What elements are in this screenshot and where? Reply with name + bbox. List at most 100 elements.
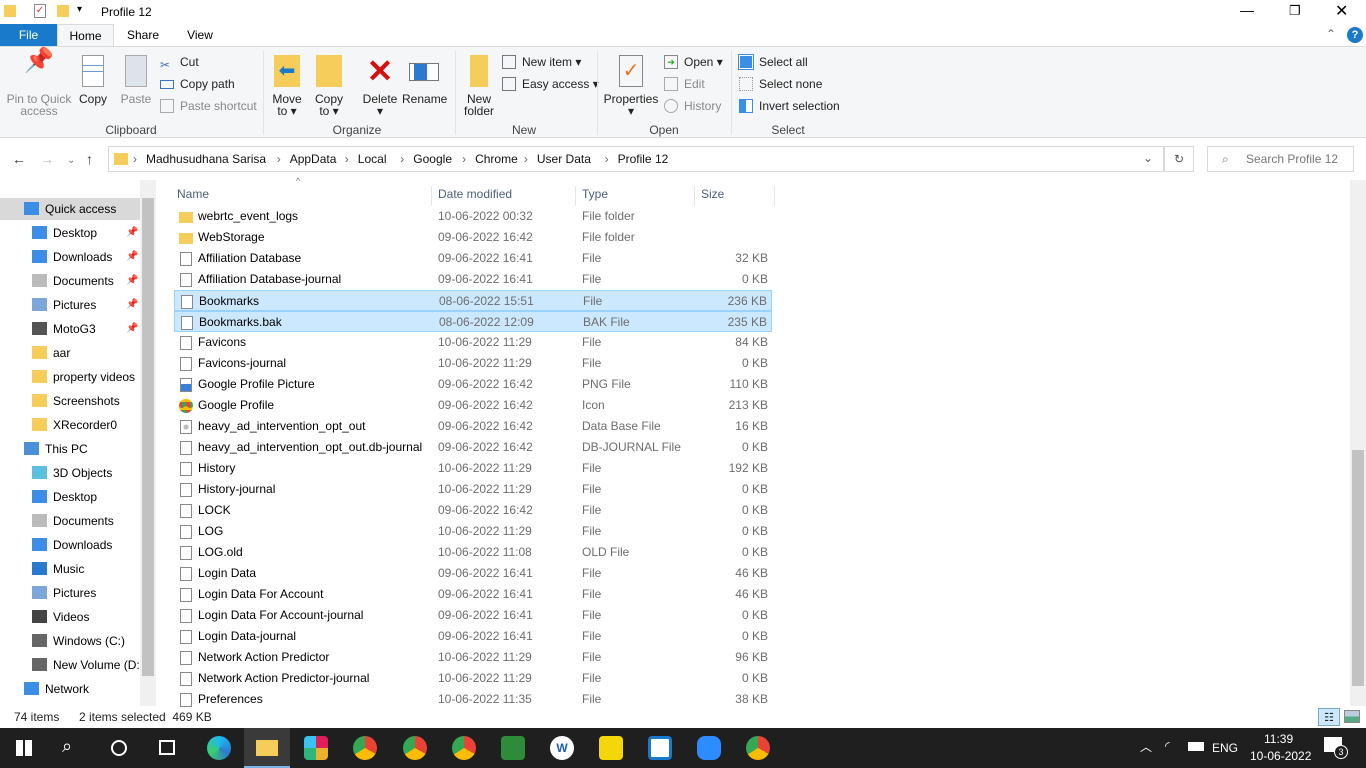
slack-icon[interactable] <box>304 736 328 760</box>
file-row[interactable]: Network Action Predictor-journal 10-06-20… <box>174 668 772 689</box>
file-row[interactable]: Network Action Predictor 10-06-2022 11:29… <box>174 647 772 668</box>
file-row[interactable]: Login Data For Account-journal 09-06-2022… <box>174 605 772 626</box>
tab-share[interactable]: Share <box>114 24 172 46</box>
sidebar-item[interactable]: Music <box>0 558 140 580</box>
paste-shortcut-button[interactable]: Paste shortcut <box>160 96 257 116</box>
properties-quick-icon[interactable]: ✓ <box>34 4 46 18</box>
breadcrumb-item[interactable]: Profile 12 <box>618 152 669 166</box>
sidebar-item[interactable]: Downloads 📌 <box>0 246 140 268</box>
sidebar-item[interactable]: Pictures 📌 <box>0 294 140 316</box>
sidebar-item[interactable]: property videos <box>0 366 140 388</box>
column-header-size[interactable]: Size <box>695 186 775 206</box>
sidebar-scrollbar[interactable] <box>140 180 156 706</box>
column-header-date[interactable]: Date modified <box>432 186 576 206</box>
wifi-icon[interactable]: ◜ <box>1165 739 1170 753</box>
recent-locations-button[interactable]: ⌄ <box>67 155 75 166</box>
address-dropdown-icon[interactable]: ⌄ <box>1143 151 1153 165</box>
large-icons-view-button[interactable] <box>1344 710 1360 723</box>
chrome-icon[interactable] <box>353 736 377 760</box>
file-row[interactable]: WebStorage 09-06-2022 16:42 File folder <box>174 227 772 248</box>
details-view-button[interactable]: ☷ <box>1318 708 1340 726</box>
column-header-name[interactable]: Name <box>171 186 432 206</box>
breadcrumb-separator[interactable]: › <box>400 152 404 166</box>
breadcrumb-item[interactable]: AppData <box>290 152 337 166</box>
refresh-button[interactable]: ↻ <box>1164 146 1194 172</box>
file-row[interactable]: Preferences 10-06-2022 11:35 File 38 KB <box>174 689 772 710</box>
chrome-3-icon[interactable] <box>746 736 770 760</box>
forward-button[interactable]: → <box>40 151 54 167</box>
column-header-type[interactable]: Type <box>576 186 695 206</box>
sidebar-item[interactable]: MotoG3 📌 <box>0 318 140 340</box>
windows-start-icon[interactable] <box>16 740 32 756</box>
file-row[interactable]: Affiliation Database 09-06-2022 16:41 File… <box>174 248 772 269</box>
delete-button[interactable]: ✕ Delete ▾ <box>360 53 400 117</box>
tab-view[interactable]: View <box>172 24 228 46</box>
zoom-icon[interactable] <box>697 736 721 760</box>
breadcrumb-item[interactable]: Chrome <box>475 152 518 166</box>
open-button[interactable]: ➜ Open ▾ <box>664 52 723 72</box>
file-row[interactable]: Favicons 10-06-2022 11:29 File 84 KB <box>174 332 772 353</box>
properties-button[interactable]: ✓ Properties ▾ <box>603 53 659 117</box>
search-icon[interactable]: ⌕ <box>62 736 72 757</box>
breadcrumb-item[interactable]: Madhusudhana Sarisa <box>146 152 266 166</box>
sidebar-item[interactable]: XRecorder0 <box>0 414 140 436</box>
select-all-button[interactable]: Select all <box>738 52 808 72</box>
file-list-scrollbar[interactable] <box>1350 180 1366 706</box>
sidebar-item[interactable]: Videos <box>0 606 140 628</box>
file-explorer-icon[interactable] <box>244 728 290 768</box>
sticky-notes-icon[interactable] <box>599 736 623 760</box>
history-button[interactable]: History <box>664 96 721 116</box>
chrome-profile-2-icon[interactable] <box>452 736 476 760</box>
task-view-icon[interactable] <box>159 740 175 755</box>
maximize-button[interactable]: ❐ <box>1289 3 1301 19</box>
file-row[interactable]: Bookmarks.bak 08-06-2022 12:09 BAK File 235… <box>174 311 772 332</box>
back-button[interactable]: ← <box>12 151 26 167</box>
invert-selection-button[interactable]: Invert selection <box>739 96 840 116</box>
sidebar-item[interactable]: New Volume (D: <box>0 654 140 676</box>
file-row[interactable]: Google Profile 09-06-2022 16:42 Icon 213 KB <box>174 395 772 416</box>
file-row[interactable]: webrtc_event_logs 10-06-2022 00:32 File fo… <box>174 206 772 227</box>
file-row[interactable]: History-journal 10-06-2022 11:29 File 0 KB <box>174 479 772 500</box>
select-none-button[interactable]: Select none <box>739 74 822 94</box>
sidebar-item[interactable]: Quick access <box>0 198 140 220</box>
breadcrumb-separator[interactable]: › <box>345 152 349 166</box>
close-button[interactable]: ✕ <box>1335 1 1348 21</box>
file-row[interactable]: LOG.old 10-06-2022 11:08 OLD File 0 KB <box>174 542 772 563</box>
tab-file[interactable]: File <box>0 24 57 46</box>
chrome-profile-icon[interactable] <box>403 736 427 760</box>
sidebar-item[interactable]: This PC <box>0 438 140 460</box>
new-item-button[interactable]: New item ▾ <box>502 52 581 72</box>
pin-to-quick-access-button[interactable]: 📌 Pin to Quick access <box>4 49 74 118</box>
file-row[interactable]: Login Data 09-06-2022 16:41 File 46 KB <box>174 563 772 584</box>
document-app-icon[interactable]: W <box>550 736 574 760</box>
sidebar-item[interactable]: Downloads <box>0 534 140 556</box>
breadcrumb-separator[interactable]: › <box>133 152 137 166</box>
sidebar-item[interactable]: Documents <box>0 510 140 532</box>
rename-button[interactable]: Rename <box>402 53 447 105</box>
paste-button[interactable]: Paste <box>118 53 154 105</box>
scroll-thumb[interactable] <box>1352 450 1364 686</box>
file-row[interactable]: LOG 10-06-2022 11:29 File 0 KB <box>174 521 772 542</box>
copy-path-button[interactable]: Copy path <box>160 74 235 94</box>
language-indicator[interactable]: ENG <box>1212 741 1238 755</box>
file-row[interactable]: heavy_ad_intervention_opt_out 09-06-2022 … <box>174 416 772 437</box>
sidebar-item[interactable]: 3D Objects <box>0 462 140 484</box>
edge-icon[interactable] <box>207 736 231 760</box>
sidebar-item[interactable]: Pictures <box>0 582 140 604</box>
up-button[interactable]: ↑ <box>86 151 93 167</box>
new-folder-quick-icon[interactable] <box>57 5 69 17</box>
show-hidden-icons-chevron[interactable]: ︿ <box>1140 738 1152 755</box>
breadcrumb-item[interactable]: Local <box>358 152 387 166</box>
file-row[interactable]: Login Data For Account 09-06-2022 16:41 Fi… <box>174 584 772 605</box>
move-to-button[interactable]: ⬅ Move to ▾ <box>270 53 304 117</box>
breadcrumb-item[interactable]: Google <box>413 152 452 166</box>
clock-date[interactable]: 10-06-2022 <box>1250 749 1311 763</box>
customize-qat-icon[interactable]: ▾ <box>77 4 82 15</box>
minimize-button[interactable]: — <box>1240 2 1254 18</box>
sidebar-item[interactable]: Network <box>0 678 140 700</box>
sidebar-item[interactable]: aar <box>0 342 140 364</box>
spreadsheet-app-icon[interactable] <box>501 736 525 760</box>
sidebar-item[interactable]: Documents 📌 <box>0 270 140 292</box>
file-row[interactable]: Google Profile Picture 09-06-2022 16:42 PN… <box>174 374 772 395</box>
sidebar-item[interactable]: Screenshots <box>0 390 140 412</box>
